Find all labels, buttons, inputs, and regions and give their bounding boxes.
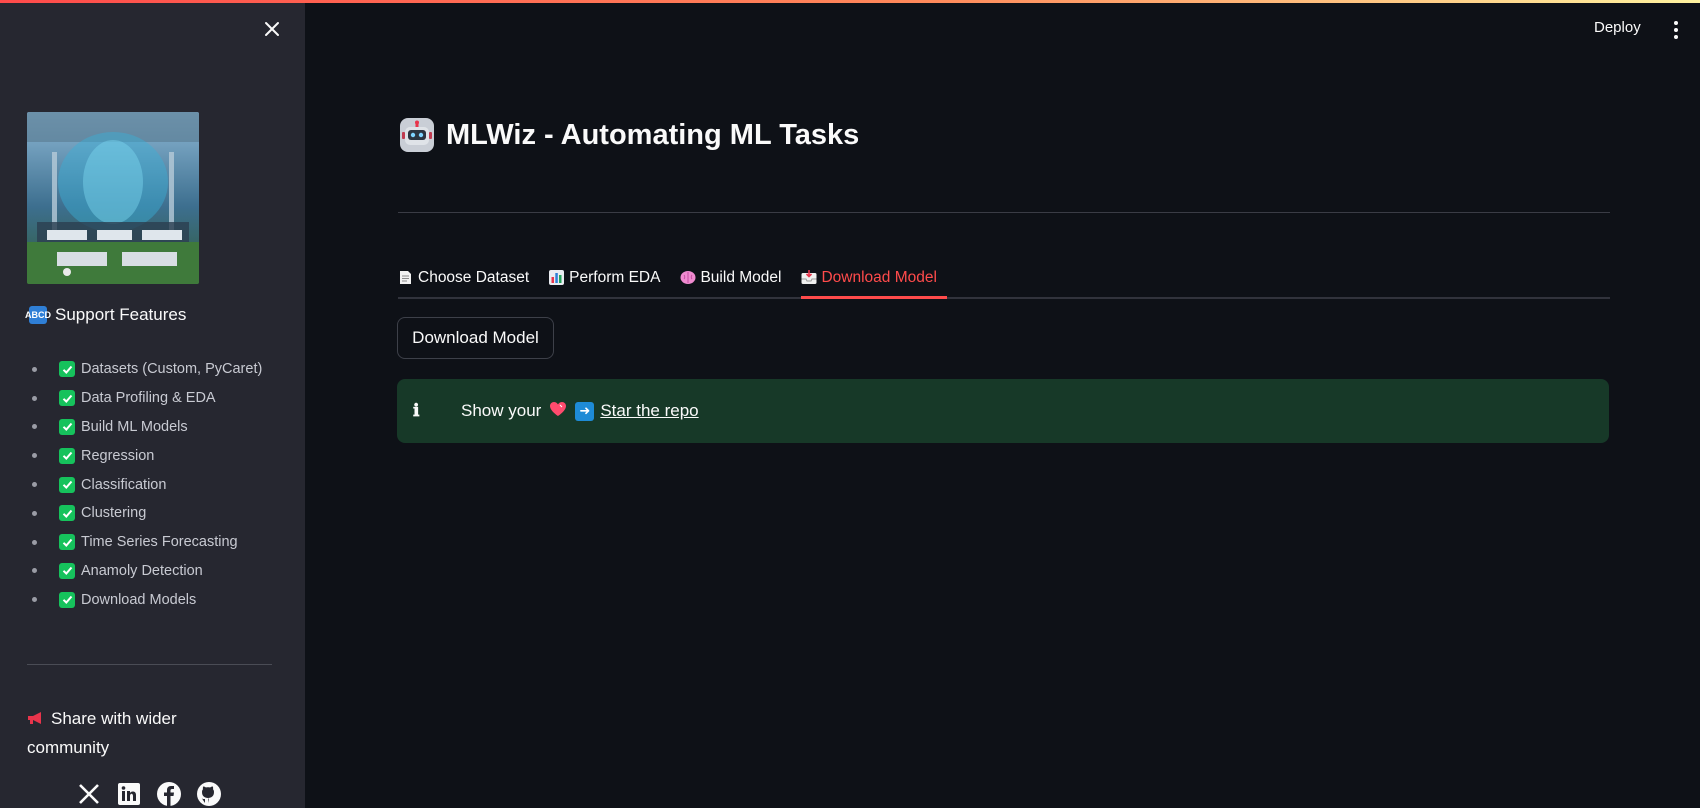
- page-title: MLWiz - Automating ML Tasks: [400, 118, 859, 152]
- info-icon: ℹ: [413, 401, 420, 421]
- megaphone-icon: [27, 705, 45, 724]
- feature-label: Download Models: [81, 591, 197, 608]
- check-icon: [59, 534, 75, 551]
- feature-label: Build ML Models: [81, 418, 188, 435]
- info-alert: ℹ Show your ➜ Star the repo: [397, 379, 1609, 443]
- robot-icon: [400, 118, 434, 152]
- star-repo-link[interactable]: Star the repo: [600, 401, 698, 421]
- github-icon[interactable]: [195, 780, 223, 808]
- bullet-icon: [32, 366, 37, 372]
- feature-label: Data Profiling & EDA: [81, 390, 216, 407]
- list-item: Time Series Forecasting: [29, 528, 262, 557]
- sidebar-hero-image: [27, 112, 199, 284]
- feature-label: Anamoly Detection: [81, 562, 203, 579]
- inbox-icon: [801, 270, 817, 285]
- main-menu-button[interactable]: [1664, 18, 1688, 42]
- bullet-icon: [32, 539, 37, 545]
- page-icon: [398, 270, 413, 285]
- close-sidebar-button[interactable]: [259, 16, 285, 42]
- close-icon: [265, 22, 279, 36]
- bullet-icon: [32, 395, 37, 401]
- support-features-label: Support Features: [55, 305, 187, 324]
- tab-build-model[interactable]: Build Model: [680, 258, 791, 297]
- tab-choose-dataset[interactable]: Choose Dataset: [398, 258, 539, 297]
- list-item: Datasets (Custom, PyCaret): [29, 355, 262, 384]
- tab-download-model[interactable]: Download Model: [801, 258, 948, 299]
- bullet-icon: [32, 597, 37, 603]
- x-icon[interactable]: [75, 780, 103, 808]
- tab-label: Build Model: [700, 268, 782, 286]
- bar-chart-icon: [549, 270, 565, 285]
- list-item: Classification: [29, 470, 262, 499]
- dot-icon: [1674, 21, 1678, 25]
- bullet-icon: [32, 482, 37, 488]
- list-item: Regression: [29, 441, 262, 470]
- bullet-icon: [32, 424, 37, 430]
- tab-label: Download Model: [821, 268, 937, 286]
- alert-prefix: Show your: [461, 401, 542, 420]
- list-item: Download Models: [29, 585, 262, 614]
- deploy-button[interactable]: Deploy: [1588, 15, 1647, 40]
- feature-label: Datasets (Custom, PyCaret): [81, 361, 263, 378]
- support-features-heading: ABCD Support Features: [25, 305, 187, 325]
- check-icon: [59, 418, 75, 435]
- list-item: Data Profiling & EDA: [29, 384, 262, 413]
- title-divider: [398, 212, 1610, 213]
- list-item: Build ML Models: [29, 413, 262, 442]
- linkedin-icon[interactable]: [115, 780, 143, 808]
- social-links: [75, 780, 223, 808]
- feature-label: Regression: [81, 447, 155, 464]
- feature-label: Time Series Forecasting: [81, 534, 238, 551]
- page-title-text: MLWiz - Automating ML Tasks: [446, 118, 860, 151]
- check-icon: [59, 361, 75, 378]
- sidebar: ABCD Support Features Datasets (Custom, …: [0, 0, 305, 808]
- download-model-button[interactable]: Download Model: [397, 317, 554, 359]
- top-decoration-bar: [0, 0, 1700, 3]
- feature-label: Classification: [81, 476, 167, 493]
- check-icon: [59, 390, 75, 407]
- features-list: Datasets (Custom, PyCaret) Data Profilin…: [29, 355, 262, 614]
- share-heading: Share with wider community: [27, 704, 227, 762]
- brain-icon: [680, 270, 696, 285]
- list-item: Anamoly Detection: [29, 557, 262, 586]
- heart-icon: [549, 401, 567, 422]
- share-label: Share with wider community: [27, 709, 177, 757]
- feature-label: Clustering: [81, 505, 147, 522]
- check-icon: [59, 447, 75, 464]
- abcd-icon: ABCD: [25, 306, 51, 324]
- bullet-icon: [32, 453, 37, 459]
- tab-label: Perform EDA: [569, 268, 661, 286]
- check-icon: [59, 562, 75, 579]
- sidebar-divider: [27, 664, 272, 665]
- tab-perform-eda[interactable]: Perform EDA: [549, 258, 670, 297]
- facebook-icon[interactable]: [155, 780, 183, 808]
- dot-icon: [1674, 35, 1678, 39]
- list-item: Clustering: [29, 499, 262, 528]
- dot-icon: [1674, 28, 1678, 32]
- arrow-right-icon: ➜: [575, 401, 595, 421]
- tab-bar: Choose Dataset Perform EDA Build Model D…: [398, 258, 1610, 299]
- tab-label: Choose Dataset: [418, 268, 530, 286]
- check-icon: [59, 505, 75, 522]
- bullet-icon: [32, 568, 37, 574]
- bullet-icon: [32, 510, 37, 516]
- check-icon: [59, 591, 75, 608]
- check-icon: [59, 476, 75, 493]
